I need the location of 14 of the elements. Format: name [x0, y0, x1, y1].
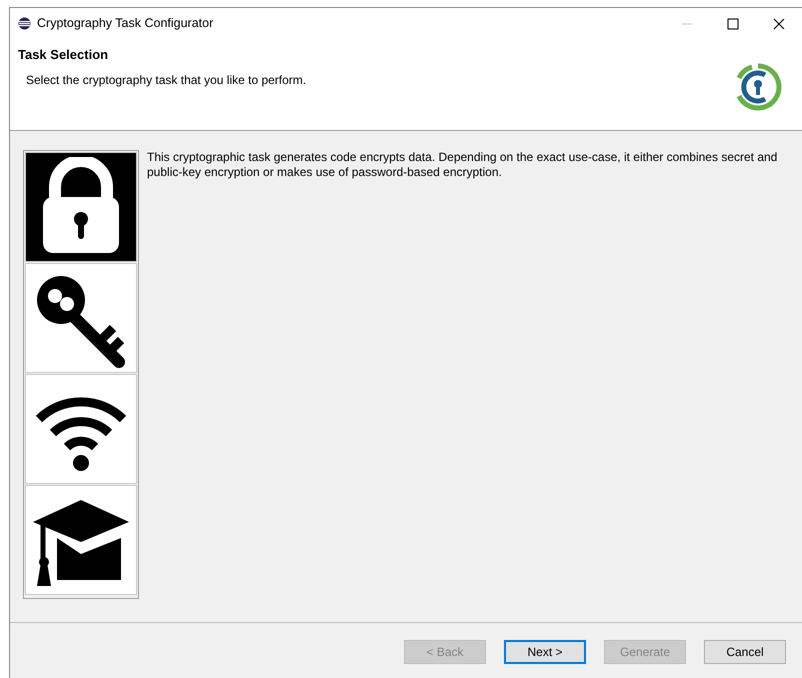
task-description: This cryptographic task generates code encrypts data. Depending on the exact use-case, it either combines secret and public-key encryption or makes use of password-based encryption. [147, 150, 778, 181]
task-tile[interactable] [25, 485, 137, 595]
page-description: Select the cryptography task that you like to perform. [25, 72, 306, 88]
task-tile[interactable] [25, 152, 137, 262]
window-title: Cryptography Task Configurator [37, 15, 214, 32]
logo-icon [734, 63, 782, 111]
wizard-button[interactable]: Next > [504, 640, 586, 664]
page-title: Task Selection [18, 46, 110, 64]
wizard-button[interactable]: Cancel [704, 640, 786, 664]
task-tile[interactable] [25, 374, 137, 484]
close-icon [773, 18, 785, 30]
app-icon [18, 17, 31, 30]
maximize-icon [727, 18, 739, 30]
task-tile[interactable] [25, 263, 137, 373]
